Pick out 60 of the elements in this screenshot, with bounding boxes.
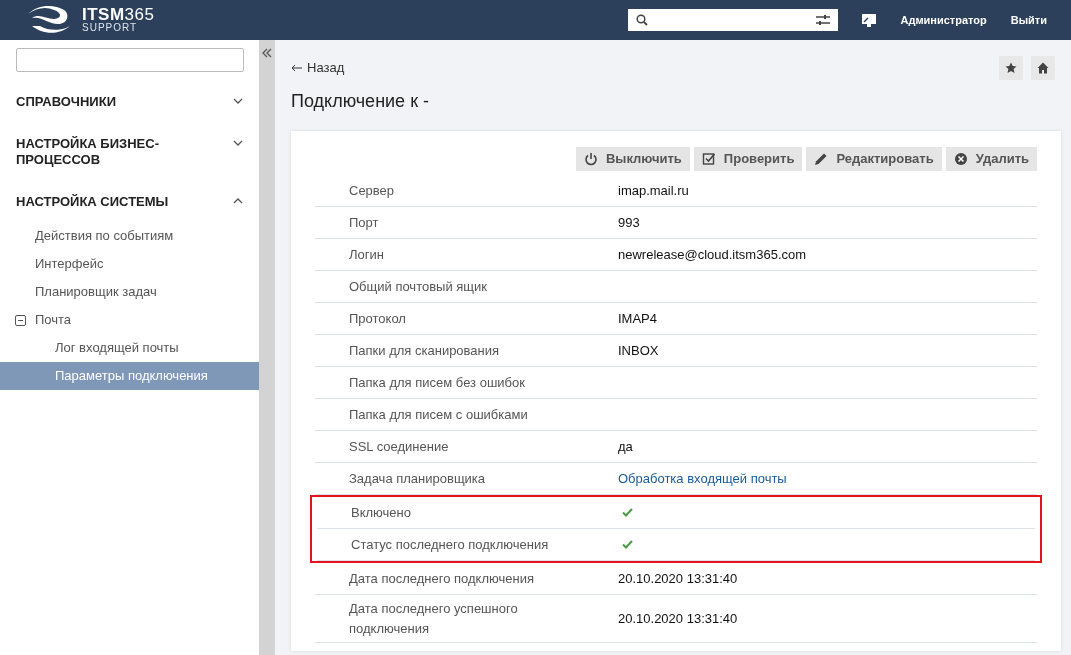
logout-link[interactable]: Выйти <box>1010 11 1047 29</box>
monitor-icon[interactable] <box>862 13 877 27</box>
field-label: Папка для писем с ошибками <box>348 405 529 424</box>
field-value: 993 <box>618 213 640 232</box>
power-icon <box>583 152 598 166</box>
pencil-icon <box>814 152 829 166</box>
field-label: Задача планировщика <box>348 469 487 488</box>
field-value: imap.mail.ru <box>618 181 689 200</box>
back-link[interactable]: Назад <box>291 58 345 78</box>
field-label: Протокол <box>348 309 407 328</box>
user-link[interactable]: Администратор <box>900 11 987 29</box>
arrow-left-icon <box>291 64 303 72</box>
field-label: Сервер <box>348 181 396 200</box>
section-heading[interactable]: НАСТРОЙКА БИЗНЕС-ПРОЦЕССОВ <box>16 136 216 168</box>
favorite-button[interactable] <box>999 56 1023 80</box>
field-value: 20.10.2020 13:31:40 <box>618 569 738 588</box>
home-button[interactable] <box>1031 56 1055 80</box>
sidebar-item[interactable]: Лог входящей почты <box>0 334 259 362</box>
logo-title: ITSM365 <box>82 7 155 23</box>
field-value: IMAP4 <box>618 309 657 328</box>
field-label: Папка для писем без ошибок <box>348 373 526 392</box>
checkbox-icon <box>701 152 716 166</box>
section-heading[interactable]: СПРАВОЧНИКИ <box>16 94 216 110</box>
field-label: Порт <box>348 213 380 232</box>
chevron-down-icon[interactable] <box>233 98 243 104</box>
search-icon <box>636 14 649 26</box>
sidebar-item[interactable]: Действия по событиям <box>0 222 259 250</box>
field-label: Папки для сканирования <box>348 341 501 360</box>
collapse-icon[interactable] <box>262 48 272 58</box>
scheduler-task-link[interactable]: Обработка входящей почты <box>618 468 787 489</box>
field-value: да <box>618 437 633 456</box>
sidebar-item[interactable]: Почта <box>0 306 259 334</box>
field-label: Дата последнего успешного подключения <box>348 600 519 638</box>
section-heading[interactable]: НАСТРОЙКА СИСТЕМЫ <box>16 194 216 210</box>
field-value: newrelease@cloud.itsm365.com <box>618 245 807 264</box>
home-icon <box>1037 62 1049 74</box>
logo-subtitle: SUPPORT <box>82 23 139 33</box>
close-circle-icon <box>953 152 968 166</box>
field-label: Общий почтовый ящик <box>348 277 488 296</box>
page-title: Подключение к - <box>291 90 430 113</box>
field-label: Дата последнего подключения <box>348 569 535 588</box>
field-label: SSL соединение <box>348 437 450 456</box>
field-value: INBOX <box>618 341 659 360</box>
action-button[interactable]: Редактировать <box>806 147 942 171</box>
sidebar-search-field[interactable] <box>16 48 244 72</box>
action-button[interactable]: Выключить <box>575 147 690 171</box>
field-value: 20.10.2020 13:31:40 <box>618 609 738 628</box>
chevron-down-icon[interactable] <box>233 140 243 146</box>
sidebar-item[interactable]: Планировщик задач <box>0 278 259 306</box>
field-label: Логин <box>348 245 385 264</box>
chevron-up-icon[interactable] <box>233 198 243 204</box>
star-icon <box>1005 62 1017 74</box>
action-button[interactable]: Удалить <box>945 147 1037 171</box>
sidebar-item[interactable]: Интерфейс <box>0 250 259 278</box>
field-label: Статус последнего подключения <box>350 535 550 554</box>
action-button[interactable]: Проверить <box>693 147 803 171</box>
search-field[interactable] <box>628 9 839 31</box>
field-label: Включено <box>350 503 412 522</box>
collapse-tree-icon[interactable] <box>15 314 26 326</box>
filter-icon[interactable] <box>816 14 831 26</box>
